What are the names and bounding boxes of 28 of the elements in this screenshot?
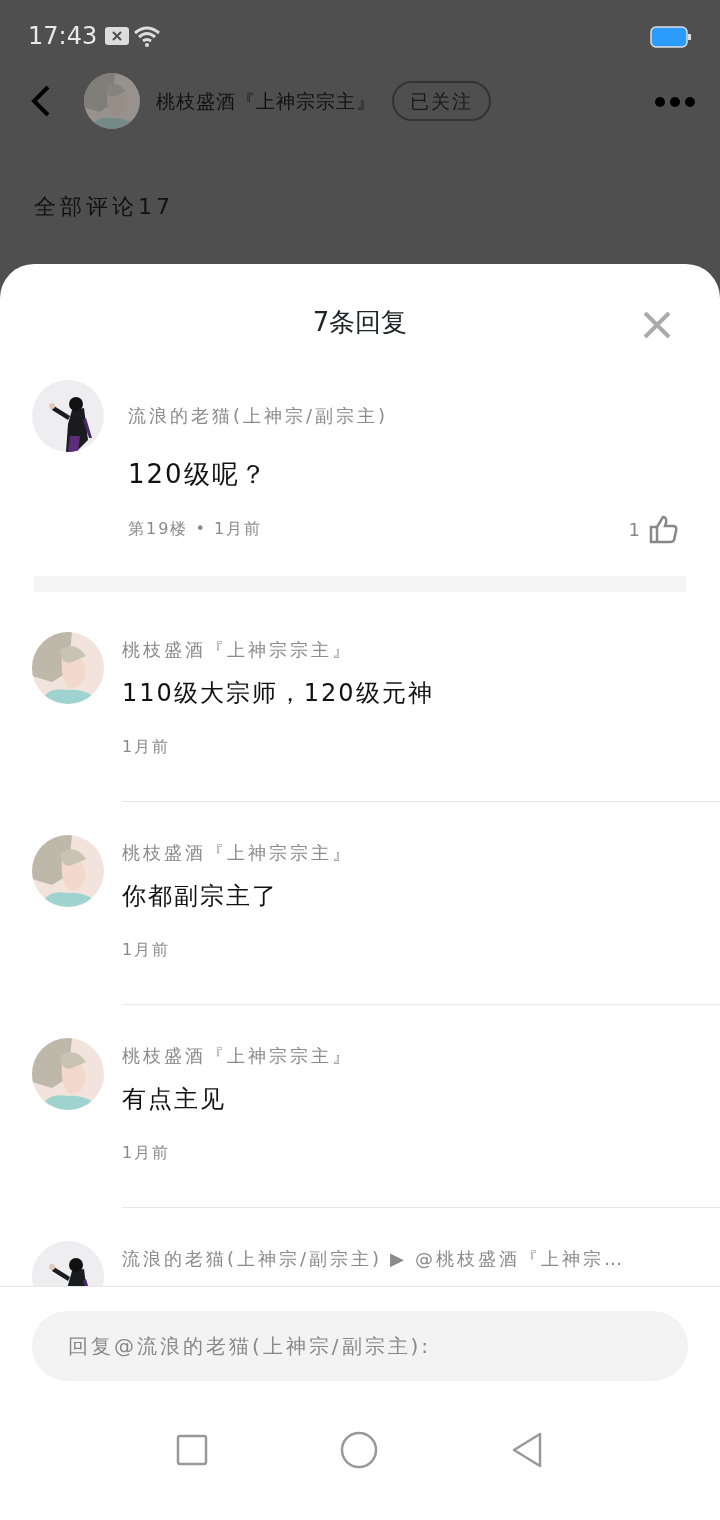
wifi-icon — [133, 25, 162, 47]
reply-text: 110级大宗师，120级元神 — [122, 678, 435, 709]
home-button[interactable] — [340, 1431, 378, 1469]
sheet-title: 7条回复 — [312, 305, 408, 339]
notification-icon — [105, 27, 130, 45]
reply-author: 流浪的老猫(上神宗/副宗主) — [122, 1247, 383, 1271]
battery-icon — [650, 26, 692, 48]
section-title: 全部评论17 — [34, 194, 174, 219]
reply-time: 1月前 — [122, 939, 172, 961]
reply-time: 1月前 — [122, 1142, 172, 1164]
commenter-name: 流浪的老猫(上神宗/副宗主) — [128, 404, 390, 428]
reply-arrow: ▶ — [390, 1247, 407, 1271]
reply-author: 桃枝盛酒『上神宗宗主』 — [122, 841, 354, 865]
reply-target[interactable]: @桃枝盛酒『上神宗… — [414, 1245, 625, 1272]
reply-time: 1月前 — [122, 736, 172, 758]
recent-apps-button[interactable] — [176, 1434, 208, 1466]
like-button[interactable]: 1 — [628, 514, 678, 544]
back-button[interactable] — [30, 84, 52, 118]
comment-meta: 第19楼 • 1月前 — [128, 518, 263, 540]
author-name: 桃枝盛酒『上神宗宗主』 — [156, 88, 376, 114]
reply-input[interactable]: 回复@流浪的老猫(上神宗/副宗主): — [32, 1311, 688, 1381]
reply-text: 有点主见 — [122, 1084, 227, 1115]
reply-author: 桃枝盛酒『上神宗宗主』 — [122, 638, 354, 662]
comment-text: 120级呢？ — [128, 458, 269, 491]
reply-author: 桃枝盛酒『上神宗宗主』 — [122, 1044, 354, 1068]
back-nav-button[interactable] — [510, 1431, 544, 1469]
clock: 17:43 — [28, 21, 98, 52]
reply-text: 你都副宗主了 — [122, 881, 279, 912]
